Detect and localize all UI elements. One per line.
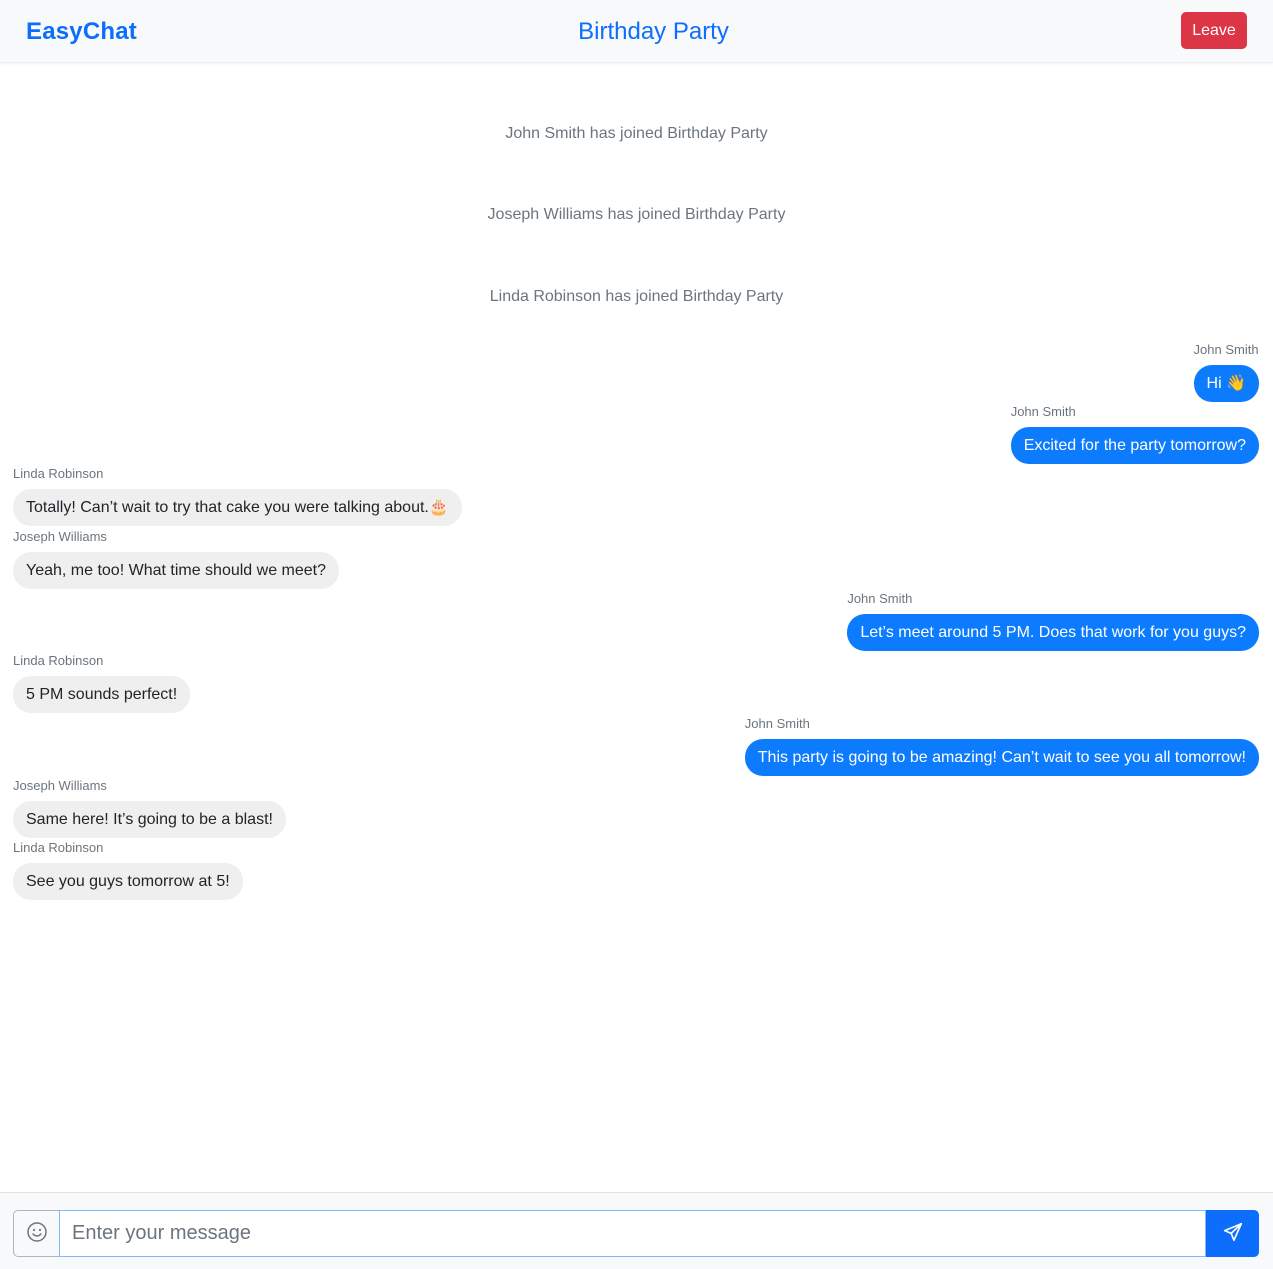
top-navbar: EasyChat Birthday Party Leave — [0, 0, 1273, 63]
message-incoming: Joseph Williams Same here! It’s going to… — [13, 777, 286, 838]
message-bubble: This party is going to be amazing! Can’t… — [744, 739, 1259, 776]
system-message: Linda Robinson has joined Birthday Party — [489, 288, 784, 305]
message-bubble: See you guys tomorrow at 5! — [13, 863, 243, 900]
message-input[interactable] — [59, 1210, 1206, 1257]
message-sender: John Smith — [1193, 342, 1259, 357]
message-incoming: Joseph Williams Yeah, me too! What time … — [13, 528, 340, 589]
message-bubble: 5 PM sounds perfect! — [13, 676, 191, 713]
message-incoming: Linda Robinson See you guys tomorrow at … — [13, 839, 243, 900]
message-sender: Joseph Williams — [13, 778, 107, 793]
message-sender: John Smith — [847, 591, 913, 606]
message-bubble: Same here! It’s going to be a blast! — [13, 801, 286, 838]
message-sender: Joseph Williams — [13, 529, 107, 544]
message-sender: John Smith — [744, 716, 810, 731]
message-sender: Linda Robinson — [13, 840, 104, 855]
message-bubble: Yeah, me too! What time should we meet? — [13, 552, 340, 589]
paper-plane-icon — [1222, 1221, 1244, 1246]
emoji-button[interactable] — [13, 1210, 59, 1257]
smiley-icon — [26, 1221, 48, 1246]
message-sender: John Smith — [1010, 404, 1076, 419]
message-bubble: Excited for the party tomorrow? — [1010, 427, 1259, 464]
message-composer — [0, 1192, 1273, 1269]
message-outgoing: John Smith Hi 👋 — [1193, 341, 1259, 402]
message-bubble: Hi 👋 — [1193, 365, 1259, 402]
message-bubble: Let’s meet around 5 PM. Does that work f… — [847, 614, 1259, 651]
message-outgoing: John Smith Excited for the party tomorro… — [1010, 403, 1259, 464]
message-bubble: Totally! Can’t wait to try that cake you… — [13, 489, 462, 526]
message-sender: Linda Robinson — [13, 466, 104, 481]
message-incoming: Linda Robinson Totally! Can’t wait to tr… — [13, 465, 462, 526]
message-outgoing: John Smith This party is going to be ama… — [744, 715, 1259, 776]
send-button[interactable] — [1206, 1210, 1259, 1257]
leave-button[interactable]: Leave — [1181, 12, 1247, 49]
message-sender: Linda Robinson — [13, 653, 104, 668]
message-outgoing: John Smith Let’s meet around 5 PM. Does … — [847, 590, 1259, 651]
chat-app: EasyChat Birthday Party Leave John Smith… — [0, 0, 1273, 1269]
system-message: Joseph Williams has joined Birthday Part… — [487, 206, 786, 223]
system-message: John Smith has joined Birthday Party — [505, 125, 768, 142]
message-list[interactable]: John Smith has joined Birthday Party Jos… — [0, 63, 1273, 1192]
room-title: Birthday Party — [578, 18, 729, 45]
message-incoming: Linda Robinson 5 PM sounds perfect! — [13, 652, 191, 713]
